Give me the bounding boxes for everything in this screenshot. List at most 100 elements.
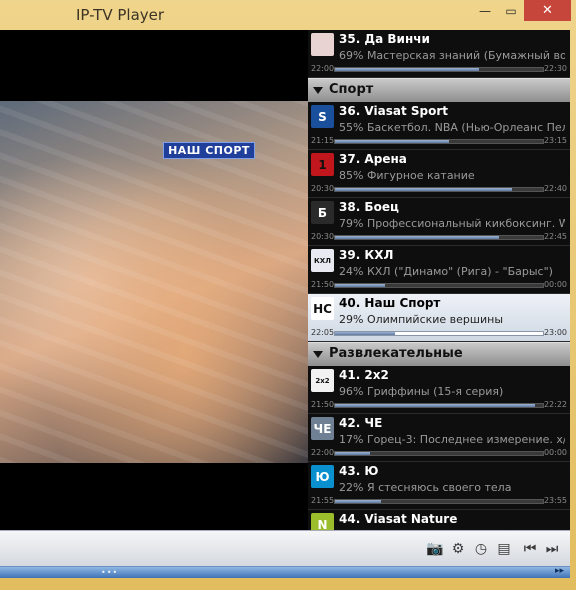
- program-end-time: 00:00: [543, 448, 567, 457]
- channel-name: 43. Ю: [339, 464, 379, 478]
- program-end-time: 23:00: [543, 328, 567, 337]
- channel-list[interactable]: 35. Да Винчи 69% Мастерская знаний (Бумаж…: [308, 30, 570, 530]
- channel-item[interactable]: S 36. Viasat Sport 55% Баскетбол. NBA (Нью…: [308, 102, 570, 150]
- program-start-time: 21:55: [311, 496, 335, 505]
- collapse-arrow-icon[interactable]: [313, 87, 323, 94]
- program-progress-fill: [335, 332, 396, 335]
- channel-name: 37. Арена: [339, 152, 407, 166]
- program-progress-bar: [334, 67, 544, 72]
- channel-item[interactable]: Б 38. Боец 79% Профессиональный кикбоксинг…: [308, 198, 570, 246]
- channel-item[interactable]: НС 40. Наш Спорт 29% Олимпийские вершины 22…: [308, 294, 570, 342]
- channel-logo-icon: Ю: [311, 465, 334, 488]
- program-title: 17% Горец-3: Последнее измерение. х/ф.: [339, 433, 565, 446]
- channel-name: 41. 2x2: [339, 368, 389, 382]
- window-title: IP-TV Player: [76, 6, 165, 24]
- channel-name: 38. Боец: [339, 200, 399, 214]
- program-end-time: 22:22: [543, 400, 567, 409]
- window-frame: IP-TV Player — ▭ ✕ НАШ СПОРТ 35. Да Винч…: [0, 0, 576, 590]
- program-progress-bar: [334, 331, 544, 336]
- program-start-time: 22:05: [311, 328, 335, 337]
- player-client-area: НАШ СПОРТ 35. Да Винчи 69% Мастерская зна…: [0, 30, 570, 530]
- channel-item[interactable]: КХЛ 39. КХЛ 24% КХЛ ("Динамо" (Рига) - "Ба…: [308, 246, 570, 294]
- program-start-time: 21:50: [311, 280, 335, 289]
- program-end-time: 22:30: [543, 64, 567, 73]
- channel-logo-icon: ЧЕ: [311, 417, 334, 440]
- program-title: 79% Профессиональный кикбоксинг. W5. …: [339, 217, 565, 230]
- channel-name: 35. Да Винчи: [339, 32, 430, 46]
- program-progress-fill: [335, 500, 381, 503]
- channel-group-header[interactable]: Развлекательные: [308, 342, 570, 366]
- program-title: 24% КХЛ ("Динамо" (Рига) - "Барыс"): [339, 265, 553, 278]
- program-title: 55% Баскетбол. NBA (Нью-Орлеанс Пелик…: [339, 121, 565, 134]
- minimize-button[interactable]: —: [472, 0, 498, 21]
- program-progress-fill: [335, 284, 385, 287]
- clock-icon[interactable]: ◷: [472, 540, 490, 558]
- channel-name: 42. ЧЕ: [339, 416, 383, 430]
- seek-end-icon[interactable]: ▸▸: [555, 566, 564, 576]
- program-progress-fill: [335, 452, 371, 455]
- channel-group-header[interactable]: Спорт: [308, 78, 570, 102]
- gear-icon[interactable]: ⚙: [449, 540, 467, 558]
- camera-icon[interactable]: 📷: [426, 540, 444, 558]
- channel-logo-icon: КХЛ: [311, 249, 334, 272]
- seek-grip[interactable]: •••: [101, 568, 118, 577]
- collapse-arrow-icon[interactable]: [313, 351, 323, 358]
- close-button[interactable]: ✕: [524, 0, 571, 21]
- program-progress-fill: [335, 68, 479, 71]
- channel-name: 36. Viasat Sport: [339, 104, 449, 118]
- group-label: Спорт: [329, 82, 374, 97]
- program-title: 29% Олимпийские вершины: [339, 313, 504, 326]
- program-end-time: 23:55: [543, 496, 567, 505]
- channel-name: 40. Наш Спорт: [339, 296, 441, 310]
- channel-item[interactable]: 1 37. Арена 85% Фигурное катание 20:30 22:40: [308, 150, 570, 198]
- channel-name: 44. Viasat Nature: [339, 512, 458, 526]
- channel-logo-icon: [311, 33, 334, 56]
- program-end-time: 22:45: [543, 232, 567, 241]
- maximize-button[interactable]: ▭: [498, 0, 524, 21]
- seek-bar[interactable]: ••• ▸▸: [0, 566, 570, 578]
- channel-logo-icon: Б: [311, 201, 334, 224]
- program-start-time: 21:50: [311, 400, 335, 409]
- channel-item[interactable]: ЧЕ 42. ЧЕ 17% Горец-3: Последнее измерение…: [308, 414, 570, 462]
- program-title: 85% Фигурное катание: [339, 169, 475, 182]
- program-title: 22% Я стесняюсь своего тела: [339, 481, 512, 494]
- channel-logo-icon: НС: [311, 297, 334, 320]
- program-progress-fill: [335, 236, 500, 239]
- program-progress-bar: [334, 187, 544, 192]
- program-title: 96% Гриффины (15-я серия): [339, 385, 504, 398]
- program-progress-bar: [334, 403, 544, 408]
- channel-item[interactable]: 2x2 41. 2x2 96% Гриффины (15-я серия) 21:50…: [308, 366, 570, 414]
- channel-logo-icon: 2x2: [311, 369, 334, 392]
- program-progress-bar: [334, 235, 544, 240]
- program-progress-bar: [334, 283, 544, 288]
- program-progress-bar: [334, 499, 544, 504]
- program-title: 69% Мастерская знаний (Бумажный возду…: [339, 49, 565, 62]
- program-progress-fill: [335, 188, 512, 191]
- program-end-time: 23:15: [543, 136, 567, 145]
- channel-logo-overlay: НАШ СПОРТ: [163, 142, 255, 159]
- program-progress-bar: [334, 139, 544, 144]
- channel-logo-icon: 1: [311, 153, 334, 176]
- program-progress-bar: [334, 451, 544, 456]
- channel-name: 39. КХЛ: [339, 248, 394, 262]
- group-label: Развлекательные: [329, 346, 463, 361]
- program-end-time: 00:00: [543, 280, 567, 289]
- program-start-time: 22:00: [311, 64, 335, 73]
- channel-item[interactable]: Ю 43. Ю 22% Я стесняюсь своего тела 21:55 23…: [308, 462, 570, 510]
- next-icon[interactable]: ⏭: [543, 540, 561, 558]
- program-progress-fill: [335, 140, 450, 143]
- program-start-time: 20:30: [311, 184, 335, 193]
- channel-logo-icon: N: [311, 513, 334, 530]
- program-start-time: 21:15: [311, 136, 335, 145]
- list-icon[interactable]: ▤: [495, 540, 513, 558]
- program-start-time: 22:00: [311, 448, 335, 457]
- channel-item[interactable]: N44. Viasat Nature47% Подготовка к зимов…: [308, 510, 570, 530]
- channel-logo-icon: S: [311, 105, 334, 128]
- prev-icon[interactable]: ⏮: [521, 540, 539, 558]
- control-bar: 📷 ⚙ ◷ ▤ ⏮ ⏭: [0, 530, 570, 566]
- program-progress-fill: [335, 404, 535, 407]
- video-area[interactable]: НАШ СПОРТ: [0, 101, 308, 463]
- program-start-time: 20:30: [311, 232, 335, 241]
- title-bar[interactable]: IP-TV Player — ▭ ✕: [0, 0, 576, 30]
- channel-item[interactable]: 35. Да Винчи 69% Мастерская знаний (Бумаж…: [308, 30, 570, 78]
